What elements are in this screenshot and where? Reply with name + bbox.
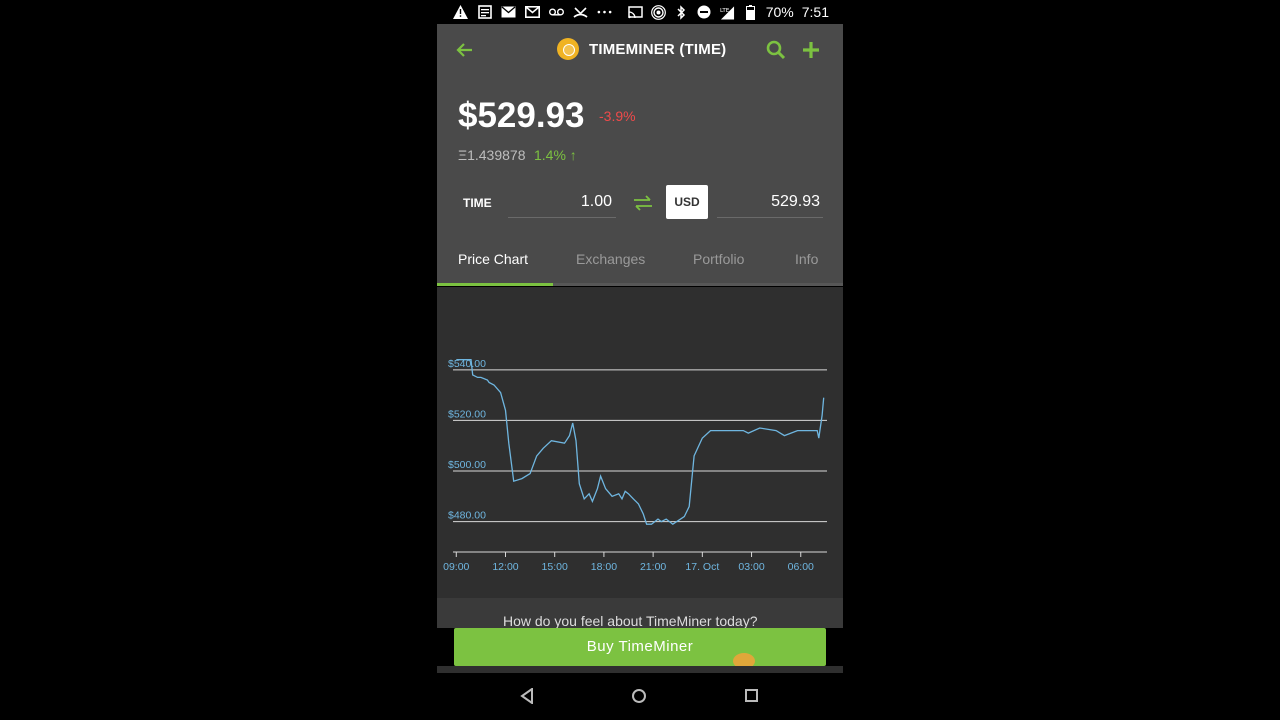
converter-amount-input[interactable]: 1.00	[508, 190, 616, 218]
price-line	[456, 359, 825, 526]
gmail-icon	[525, 4, 540, 19]
price-value: $529.93	[458, 96, 585, 135]
mail-icon	[501, 4, 516, 19]
x-tick-label: 06:00	[788, 561, 814, 573]
add-icon[interactable]	[799, 38, 823, 62]
x-tick-label: 17. Oct	[685, 561, 719, 573]
do-not-disturb-icon	[697, 5, 712, 20]
x-tick-label: 09:00	[443, 561, 469, 573]
timeminer-logo-icon	[557, 38, 579, 60]
nav-recents-icon[interactable]	[745, 689, 758, 702]
nav-home-icon[interactable]	[632, 689, 646, 703]
page-title: TIMEMINER (TIME)	[589, 40, 727, 58]
svg-text:LTE: LTE	[720, 8, 730, 14]
system-icons: LTE 70% 7:51	[627, 4, 829, 20]
title-group: TIMEMINER (TIME)	[557, 38, 726, 60]
x-tick-label: 21:00	[640, 561, 666, 573]
y-tick-label: $480.00	[448, 510, 486, 522]
converter-coin-label: TIME	[463, 196, 492, 210]
search-icon[interactable]	[764, 38, 788, 62]
status-bar: LTE 70% 7:51	[437, 0, 843, 24]
buy-button[interactable]: Buy TimeMiner	[454, 628, 826, 666]
eth-price: Ξ1.439878	[458, 147, 526, 163]
phone-screen: LTE 70% 7:51 TIMEMINER (TIME) $529.93 -3…	[437, 0, 843, 720]
news-icon	[477, 4, 492, 19]
missed-call-icon	[573, 4, 588, 19]
more-notifications-icon	[597, 4, 612, 19]
sentiment-question: How do you feel about TimeMiner today?	[503, 613, 758, 628]
y-tick-label: $500.00	[448, 459, 486, 471]
x-tick-label: 12:00	[492, 561, 518, 573]
price-change: -3.9%	[599, 108, 636, 124]
nav-back-icon[interactable]	[520, 687, 534, 709]
price-chart[interactable]: $540.00 $520.00 $500.00 $480.00 09:00 12:00 15…	[437, 287, 843, 598]
back-arrow-icon[interactable]	[453, 38, 477, 62]
tab-bar: Price Chart Exchanges Portfolio Info	[437, 242, 843, 286]
tab-portfolio[interactable]: Portfolio	[693, 251, 744, 267]
x-tick-label: 15:00	[542, 561, 568, 573]
battery-percent: 70%	[765, 4, 794, 20]
x-tick-label: 18:00	[591, 561, 617, 573]
price-chart-svg: $540.00$520.00$500.00$480.0009:00 12:00 15…	[443, 358, 827, 573]
battery-icon	[743, 4, 758, 20]
converter-result-input[interactable]: 529.93	[717, 190, 823, 218]
android-nav-bar	[437, 673, 843, 720]
swap-icon[interactable]	[631, 191, 655, 215]
bottom-band	[437, 666, 843, 673]
coin-header: TIMEMINER (TIME) $529.93 -3.9% Ξ1.439878…	[437, 24, 843, 286]
clock: 7:51	[801, 4, 829, 20]
eth-change: 1.4% ↑	[534, 147, 577, 163]
toolbar: TIMEMINER (TIME)	[437, 24, 843, 78]
tab-exchanges[interactable]: Exchanges	[576, 251, 645, 267]
currency-select-button[interactable]: USD	[666, 185, 708, 219]
bluetooth-icon	[674, 4, 689, 20]
tab-price-chart[interactable]: Price Chart	[458, 251, 528, 267]
sentiment-section: How do you feel about TimeMiner today?	[437, 598, 843, 628]
tab-indicator	[437, 283, 553, 286]
x-tick-label: 03:00	[738, 561, 764, 573]
voicemail-icon	[549, 4, 564, 19]
cast-icon	[627, 5, 643, 20]
hotspot-icon	[650, 4, 666, 20]
y-tick-label: $520.00	[448, 408, 486, 420]
notification-icons	[453, 4, 612, 19]
warning-icon	[453, 4, 468, 19]
lte-signal-icon: LTE	[720, 5, 735, 20]
tab-info[interactable]: Info	[795, 251, 818, 267]
